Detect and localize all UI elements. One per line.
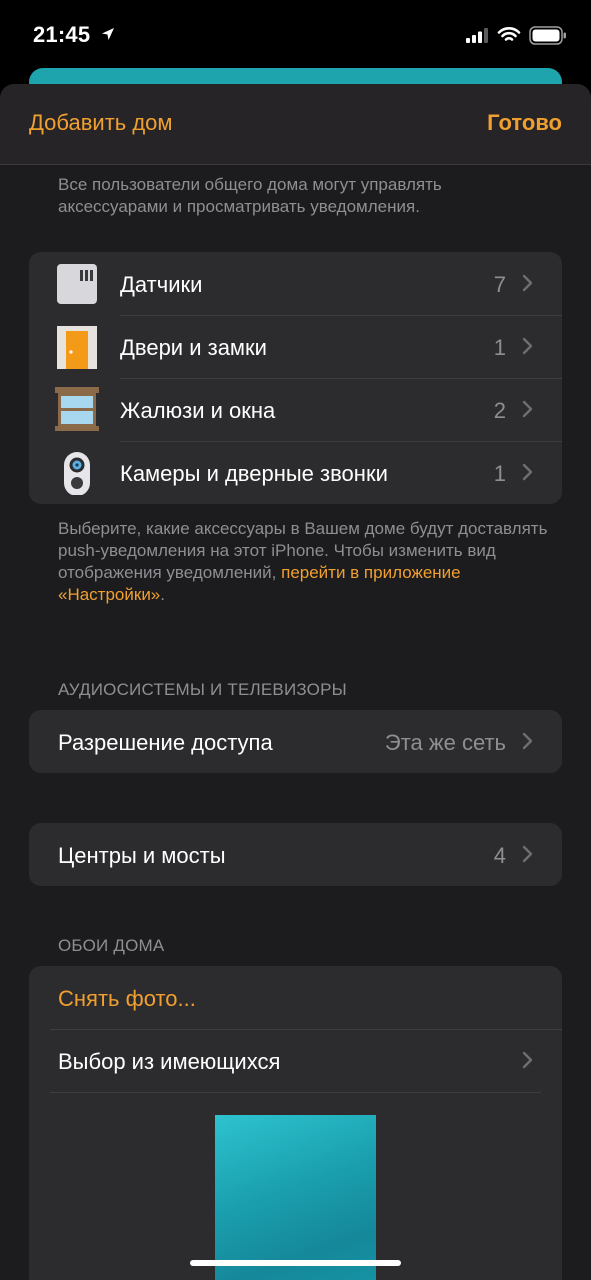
window-icon	[55, 387, 99, 431]
sensors-count: 7	[493, 272, 506, 297]
accessories-group: Датчики 7 Двери и замки 1 Жалюзи и окна	[29, 252, 562, 504]
allow-access-label: Разрешение доступа	[58, 730, 273, 755]
status-time: 21:45	[33, 22, 91, 47]
chevron-right-icon	[522, 400, 533, 418]
chevron-right-icon	[522, 463, 533, 481]
audio-tv-section-header: АУДИОСИСТЕМЫ И ТЕЛЕВИЗОРЫ	[58, 680, 347, 699]
choose-existing-label: Выбор из имеющихся	[58, 1049, 281, 1074]
hubs-bridges-label: Центры и мосты	[58, 843, 226, 868]
chevron-right-icon	[522, 845, 533, 863]
wallpaper-section-header: ОБОИ ДОМА	[58, 936, 165, 955]
list-item-cameras-doorbells[interactable]: Камеры и дверные звонки 1	[29, 441, 562, 504]
cellular-signal-icon	[466, 28, 488, 43]
list-item-take-photo[interactable]: Снять фото...	[29, 966, 562, 1029]
wifi-icon	[497, 27, 521, 41]
wallpaper-group: Снять фото... Выбор из имеющихся	[29, 966, 562, 1280]
door-icon	[57, 326, 97, 369]
blinds-windows-count: 2	[493, 398, 506, 423]
add-home-button[interactable]: Добавить дом	[29, 110, 173, 136]
notifications-footnote-end: .	[160, 585, 165, 604]
sensors-label: Датчики	[120, 272, 203, 297]
chevron-right-icon	[522, 337, 533, 355]
take-photo-button[interactable]: Снять фото...	[58, 986, 196, 1012]
chevron-right-icon	[522, 274, 533, 292]
notifications-footnote: Выберите, какие аксессуары в Вашем доме …	[58, 518, 548, 606]
home-settings-sheet: Добавить дом Готово Все пользователи общ…	[0, 84, 591, 1280]
chevron-right-icon	[522, 1051, 533, 1069]
done-button[interactable]: Готово	[487, 110, 562, 136]
list-item-choose-existing[interactable]: Выбор из имеющихся	[29, 1029, 562, 1092]
list-item-allow-access[interactable]: Разрешение доступа Эта же сеть	[29, 710, 562, 773]
battery-icon	[529, 26, 566, 45]
cameras-doorbells-label: Камеры и дверные звонки	[120, 461, 388, 486]
divider	[50, 1092, 541, 1093]
allow-access-value: Эта же сеть	[384, 730, 506, 755]
hubs-bridges-count: 4	[493, 843, 506, 868]
wallpaper-preview-area	[29, 1092, 562, 1280]
sensor-icon	[57, 264, 97, 304]
cameras-doorbells-count: 1	[493, 461, 506, 486]
blinds-windows-label: Жалюзи и окна	[120, 398, 276, 423]
audio-tv-group: Разрешение доступа Эта же сеть	[29, 710, 562, 773]
doorbell-camera-icon	[64, 452, 90, 495]
list-item-doors-locks[interactable]: Двери и замки 1	[29, 315, 562, 378]
chevron-right-icon	[522, 732, 533, 750]
navigation-bar: Добавить дом Готово	[0, 84, 591, 165]
home-indicator[interactable]	[190, 1260, 401, 1266]
list-item-sensors[interactable]: Датчики 7	[29, 252, 562, 315]
location-arrow-icon	[102, 28, 114, 40]
list-item-hubs-bridges[interactable]: Центры и мосты 4	[29, 823, 562, 886]
wallpaper-preview-image[interactable]	[215, 1115, 376, 1280]
list-item-blinds-windows[interactable]: Жалюзи и окна 2	[29, 378, 562, 441]
doors-locks-count: 1	[493, 335, 506, 360]
shared-home-footnote: Все пользователи общего дома могут управ…	[58, 175, 442, 216]
status-bar: 21:45	[0, 0, 591, 70]
hubs-group: Центры и мосты 4	[29, 823, 562, 886]
doors-locks-label: Двери и замки	[120, 335, 267, 360]
